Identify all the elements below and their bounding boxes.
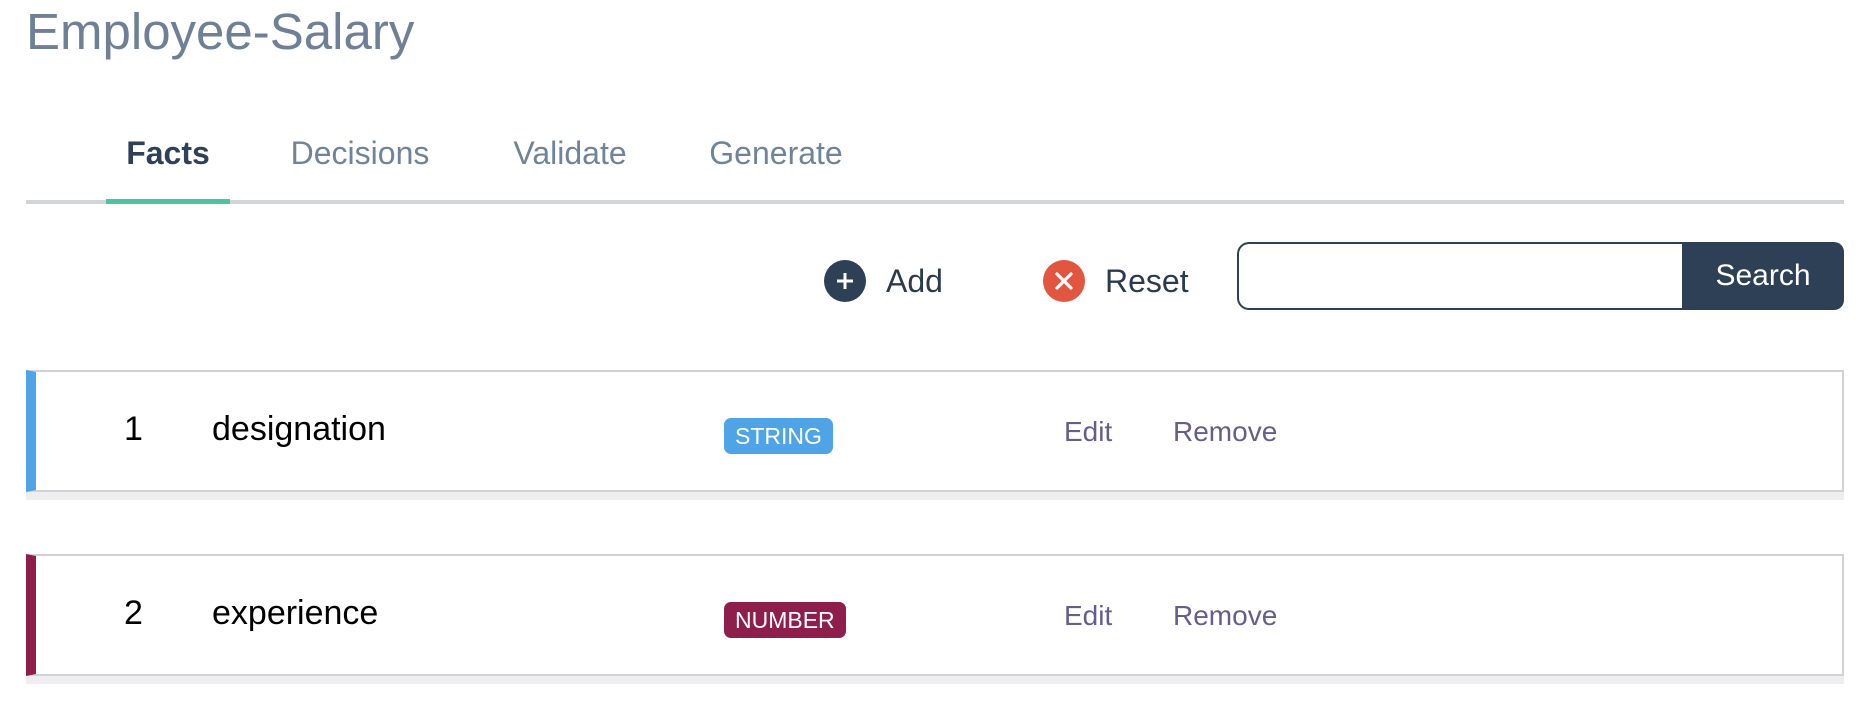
tab-facts[interactable]: Facts [106, 118, 230, 204]
search-bar: Search [1237, 242, 1844, 310]
fact-row: 2 experience NUMBER Edit Remove [26, 554, 1844, 676]
x-circle-icon [1043, 260, 1085, 302]
fact-row: 1 designation STRING Edit Remove [26, 370, 1844, 492]
plus-circle-icon [824, 260, 866, 302]
tab-bar: Facts Decisions Validate Generate [26, 118, 1844, 204]
tab-generate[interactable]: Generate [696, 118, 856, 200]
remove-link[interactable]: Remove [1173, 600, 1277, 632]
add-button[interactable]: Add [824, 257, 943, 305]
edit-link[interactable]: Edit [1064, 600, 1112, 632]
fact-index: 1 [124, 410, 143, 448]
search-button[interactable]: Search [1682, 242, 1844, 310]
tab-validate[interactable]: Validate [500, 118, 640, 200]
edit-link[interactable]: Edit [1064, 416, 1112, 448]
reset-button[interactable]: Reset [1043, 257, 1189, 305]
type-badge: STRING [724, 418, 833, 454]
fact-index: 2 [124, 594, 143, 632]
tab-decisions[interactable]: Decisions [280, 118, 440, 200]
page-title: Employee-Salary [26, 3, 415, 60]
remove-link[interactable]: Remove [1173, 416, 1277, 448]
search-input[interactable] [1237, 242, 1682, 310]
fact-name: experience [212, 594, 379, 632]
type-badge: NUMBER [724, 602, 846, 638]
add-button-label: Add [886, 262, 943, 299]
fact-name: designation [212, 410, 386, 448]
reset-button-label: Reset [1105, 262, 1189, 299]
